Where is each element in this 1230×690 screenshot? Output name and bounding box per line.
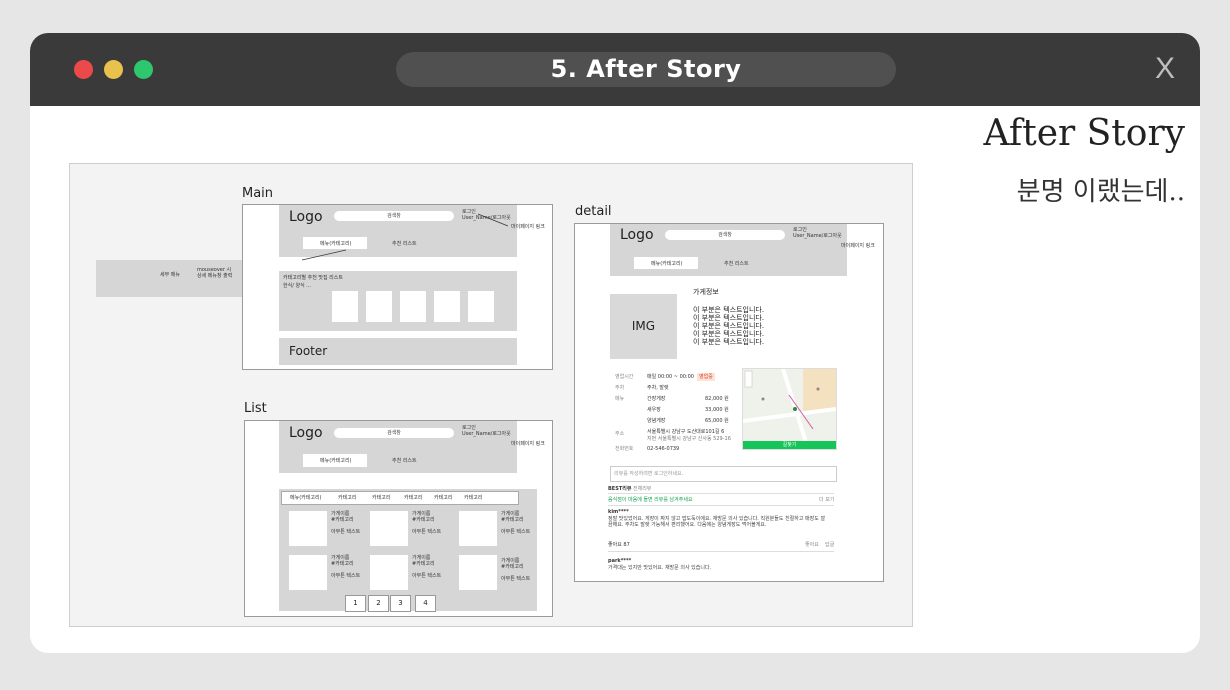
detail-image: IMG [610,294,677,359]
list-category-tab[interactable]: 메뉴(카테고리) [290,495,322,501]
list-content: 메뉴(카테고리) 카테고리 카테고리 카테고리 카테고리 카테고리 가게이름 #… [279,489,537,612]
phone-label: 전화번호 [615,446,634,452]
list-category-tab[interactable]: 카테고리 [372,495,390,501]
window-title: 5. After Story [396,52,896,87]
list-item-text: 아무튼 텍스트 [412,529,442,535]
wireframe-canvas: Main 세부 메뉴 mouseover 시 상세 메뉴창 출력 Logo 검색… [69,163,913,627]
list-item-thumb[interactable] [289,511,327,546]
list-frame-label: List [244,401,267,416]
phone-value: 02-546-0739 [647,446,680,452]
menu-item-price: 33,000 원 [705,407,729,413]
list-item-text: 아무튼 텍스트 [412,573,442,579]
list-mypage-link[interactable]: 마이페이지 링크 [511,441,545,447]
detail-menu-label: 메뉴(카테고리) [651,261,683,267]
detail-info-line: 이 부분은 텍스트입니다. [693,338,765,346]
menu-item-price: 82,000 원 [705,396,729,402]
list-item-thumb[interactable] [370,555,408,590]
list-item-thumb[interactable] [370,511,408,546]
detail-frame-label: detail [575,204,612,219]
list-item-text: 아무튼 텍스트 [331,573,361,579]
address-sub: 지번 서울특별시 강남구 신사동 529-16 [647,436,731,442]
menu-item-price: 65,000 원 [705,418,729,424]
detail-login-link[interactable]: 로그인 User_Name/로그아웃 [793,227,842,239]
review1-author[interactable]: kim**** [608,509,629,515]
review-divider [608,493,834,494]
list-header: Logo 검색창 로그인 User_Name/로그아웃 메뉴(카테고리) 추천 … [279,421,517,473]
address-label: 주소 [615,431,625,437]
hours-value: 매일 00:00 ~ 00:00 [647,374,694,380]
review-hint: 음식점이 마음에 들면 리뷰를 남겨주세요 [608,497,693,503]
parking-value: 주차, 발렛 [647,385,669,391]
list-category-bar: 메뉴(카테고리) 카테고리 카테고리 카테고리 카테고리 카테고리 [281,491,519,505]
list-item-name[interactable]: 가게이름 #카테고리 [331,511,354,523]
review-more-link[interactable]: 더 보기 [819,497,834,503]
list-item-name[interactable]: 가게이름 #카테고리 [412,511,435,523]
maximize-dot[interactable] [134,60,153,79]
page-button-4[interactable]: 4 [415,595,436,612]
list-category-tab[interactable]: 카테고리 [338,495,356,501]
list-item-name[interactable]: 가게이름 #카테고리 [412,555,435,567]
detail-info-title: 가게정보 [693,288,719,296]
address-value: 서울특별시 강남구 도산대로101길 6 [647,429,725,435]
list-search-input[interactable]: 검색창 [334,428,454,438]
page-heading: After Story [983,113,1185,154]
best-review-tab[interactable]: BEST리뷰 [608,486,631,492]
title-bar: 5. After Story X [30,33,1200,106]
all-reviews-tab[interactable]: 전체리뷰 [633,486,651,492]
review-input-placeholder: 리뷰를 작성하려면 로그인하세요. [614,471,684,477]
detail-frame: Logo 검색창 로그인 User_Name/로그아웃 메뉴(카테고리) 추천 … [574,223,884,582]
list-item-name[interactable]: 가게이름 #카테고리 [331,555,354,567]
review1-like-button[interactable]: 좋아요 [805,542,819,548]
detail-search-input[interactable]: 검색창 [665,230,785,240]
detail-logo[interactable]: Logo [620,227,654,243]
review1-text: 정말 맛있었어요. 게장이 짜지 않고 밥도둑이에요. 재방문 의사 있습니다.… [608,516,826,528]
menu-label: 메뉴 [615,396,625,402]
list-recommend-link[interactable]: 추천 리스트 [392,458,417,464]
map-graphic [743,369,836,449]
detail-map[interactable]: 길찾기 [742,368,837,450]
parking-label: 주차 [615,385,625,391]
list-item-text: 아무튼 텍스트 [501,576,531,582]
list-item-text: 아무튼 텍스트 [331,529,361,535]
directions-button[interactable]: 길찾기 [743,441,836,449]
close-dot[interactable] [74,60,93,79]
page-button-1[interactable]: 1 [345,595,366,612]
list-category-tab[interactable]: 카테고리 [434,495,452,501]
list-login-link[interactable]: 로그인 User_Name/로그아웃 [462,425,511,437]
list-category-tab[interactable]: 카테고리 [464,495,482,501]
page-subheading: 분명 이랬는데.. [1016,177,1185,207]
list-item-name[interactable]: 가게이름 #카테고리 [501,558,524,570]
review-divider [608,551,834,552]
review-input[interactable]: 리뷰를 작성하려면 로그인하세요. [610,466,837,482]
detail-header: Logo 검색창 로그인 User_Name/로그아웃 메뉴(카테고리) 추천 … [610,224,847,276]
review1-reply-button[interactable]: 답글 [825,542,834,548]
review2-author[interactable]: park**** [608,558,631,564]
browser-window: 5. After Story X After Story 분명 이랬는데.. M… [30,33,1200,653]
list-frame: Logo 검색창 로그인 User_Name/로그아웃 메뉴(카테고리) 추천 … [244,420,553,617]
hours-badge: 영업중 [697,373,715,381]
list-item-name[interactable]: 가게이름 #카테고리 [501,511,524,523]
detail-menu-button[interactable]: 메뉴(카테고리) [634,257,698,269]
list-menu-button[interactable]: 메뉴(카테고리) [303,454,367,467]
detail-recommend-link[interactable]: 추천 리스트 [724,261,749,267]
close-button[interactable]: X [1152,51,1178,87]
menu-item-name: 간장게장 [647,396,666,402]
list-menu-label: 메뉴(카테고리) [320,458,352,464]
list-logo[interactable]: Logo [289,425,323,441]
menu-item-name: 새우장 [647,407,661,413]
menu-item-name: 양념게장 [647,418,666,424]
list-item-thumb[interactable] [459,555,497,590]
hours-label: 영업시간 [615,374,634,380]
review2-text: 가격대는 있지만 맛있어요. 재방문 의사 있습니다. [608,565,712,571]
list-item-thumb[interactable] [289,555,327,590]
page-button-2[interactable]: 2 [368,595,389,612]
list-category-tab[interactable]: 카테고리 [404,495,422,501]
minimize-dot[interactable] [104,60,123,79]
page-button-3[interactable]: 3 [390,595,411,612]
review1-likes[interactable]: 좋아요 87 [608,542,630,548]
list-item-thumb[interactable] [459,511,497,546]
list-item-text: 아무튼 텍스트 [501,529,531,535]
review-divider [608,505,834,506]
detail-mypage-link[interactable]: 마이페이지 링크 [841,243,875,249]
